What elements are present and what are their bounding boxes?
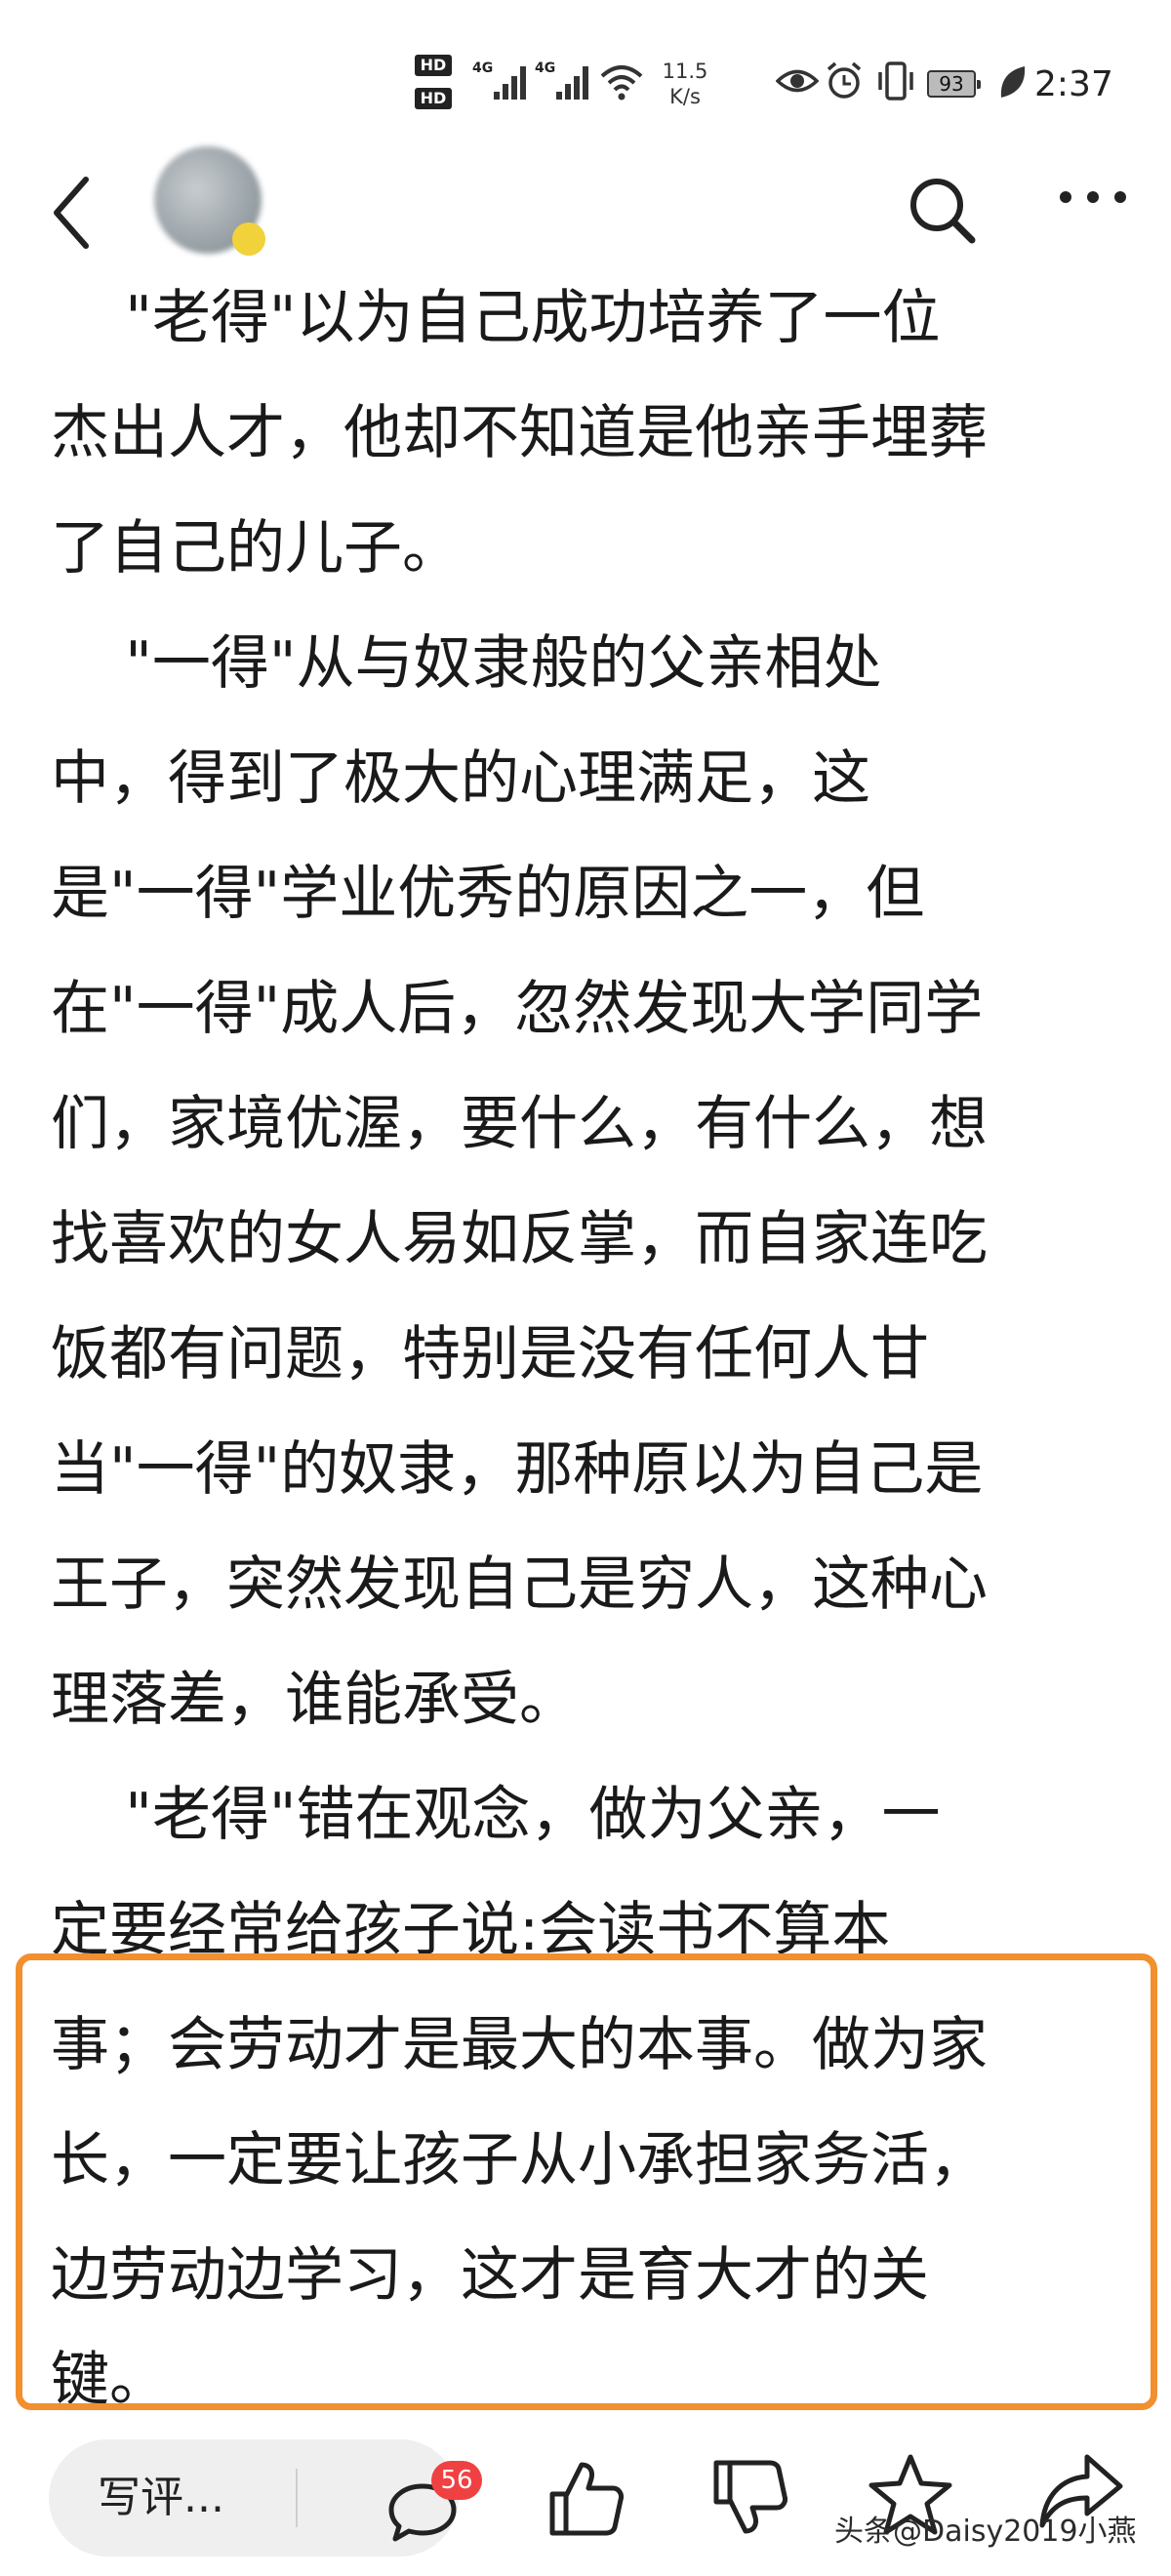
comment-input[interactable]: 写评... 56 [49,2439,482,2556]
article-line: 找喜欢的女人易如反掌，而自家连吃 [51,1205,988,1273]
comment-count-badge: 56 [431,2461,482,2500]
verified-badge-icon [232,222,265,256]
signal-bars-icon [494,66,526,100]
hd-badge-1: HD [415,55,452,76]
article-line: 王子，突然发现自己是穷人，这种心 [51,1550,988,1619]
input-divider [296,2469,298,2527]
alarm-icon [827,61,862,99]
signal-1-generation: 4G [472,60,494,76]
article-line: 杰出人才，他却不知道是他亲手埋葬 [51,399,988,467]
like-button[interactable] [545,2457,626,2543]
author-name[interactable] [293,161,586,216]
back-button[interactable] [47,174,96,252]
network-speed-value: 11.5 [662,60,708,83]
article-line: 饭都有问题，特别是没有任何人甘 [51,1320,929,1389]
chevron-left-icon [54,177,89,249]
battery-indicator: 93 [927,70,981,98]
signal-2-generation: 4G [535,60,556,76]
status-clock: 2:37 [1034,64,1113,104]
eye-icon [776,69,819,93]
watermark: 头条@Daisy2019小燕 [834,2515,1137,2549]
highlight-box [16,1953,1157,2410]
search-icon [910,179,976,244]
article-line: 是"一得"学业优秀的原因之一，但 [51,860,925,928]
article-line: 们，家境优渥，要什么，有什么，想 [51,1090,988,1158]
network-speed-unit: K/s [669,85,701,108]
thumbs-down-icon [713,2460,787,2534]
article-line: 当"一得"的奴隶，那种原以为自己是 [51,1435,984,1504]
article-line: 了自己的儿子。 [51,514,461,583]
search-button[interactable] [906,174,980,252]
more-horizontal-icon [1060,191,1126,203]
article-line: 在"一得"成人后，忽然发现大学同学 [51,975,984,1043]
article-line: "一得"从与奴隶般的父亲相处 [51,629,882,698]
wifi-icon [600,65,643,101]
hd-badge-2: HD [415,88,452,109]
leaf-icon [1000,66,1026,98]
author-subtitle [332,224,488,263]
thumbs-up-icon [549,2462,624,2536]
comment-placeholder: 写评... [98,2473,224,2522]
article-line: "老得"错在观念，做为父亲，一 [51,1781,941,1849]
network-speed: 11.5 K/s [656,59,714,109]
dislike-button[interactable] [708,2457,790,2543]
article-line: 理落差，谁能承受。 [51,1666,578,1734]
more-button[interactable] [1056,185,1130,213]
bottom-action-bar: 写评... 56 头条@Daisy2019小燕 [0,2420,1171,2576]
article-line: "老得"以为自己成功培养了一位 [51,284,941,352]
article-line: 中，得到了极大的心理满足，这 [51,745,870,813]
vibrate-icon [878,61,913,101]
hd-badges: HD HD [415,55,452,121]
status-bar: HD HD 4G 4G 11.5 K/s 93 2:37 [0,0,1171,156]
signal-bars-icon [556,66,588,100]
